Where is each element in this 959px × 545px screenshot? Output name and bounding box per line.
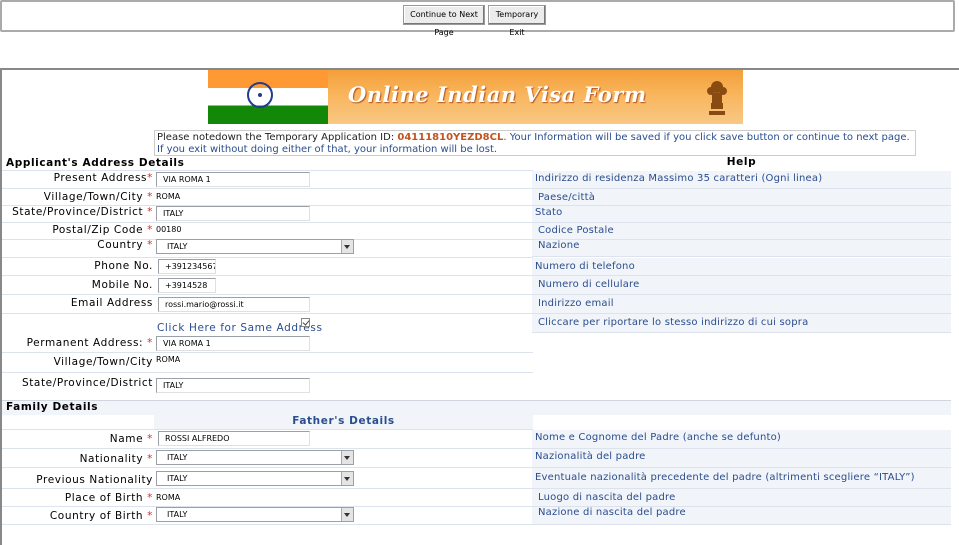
permanent-state-input[interactable]: ITALY	[156, 378, 310, 393]
state-help: Stato	[535, 207, 563, 218]
mobile-help: Numero di cellulare	[538, 279, 640, 290]
visa-form-banner: Online Indian Visa Form	[208, 70, 743, 124]
address-section-header: Applicant's Address Details	[6, 157, 185, 169]
mobile-input[interactable]: +3914528	[158, 278, 216, 293]
phone-input[interactable]: +3912345678	[158, 259, 216, 274]
zip-help: Codice Postale	[538, 225, 614, 236]
phone-help: Numero di telefono	[535, 261, 635, 272]
country-select[interactable]: ITALY	[156, 239, 354, 254]
permanent-address-label: Permanent Address: *	[26, 337, 153, 349]
same-address-help: Cliccare per riportare lo stesso indiriz…	[538, 317, 809, 328]
indian-flag-icon	[208, 70, 328, 124]
father-prev-nationality-label: Previous Nationality	[36, 474, 153, 486]
phone-label: Phone No.	[94, 260, 153, 272]
village-help: Paese/città	[538, 192, 596, 203]
father-birthcountry-select[interactable]: ITALY	[156, 507, 354, 522]
father-birthplace-label: Place of Birth *	[64, 492, 153, 504]
permanent-village-label: Village/Town/City	[53, 356, 153, 368]
email-label: Email Address	[70, 297, 153, 309]
family-section-header: Family Details	[6, 401, 99, 413]
continue-button[interactable]: Continue to Next Page	[403, 5, 485, 37]
national-emblem-icon	[707, 81, 727, 115]
temporary-id-notice: Please notedown the Temporary Applicatio…	[154, 130, 916, 156]
notice-text: Please notedown the Temporary Applicatio…	[157, 132, 398, 143]
email-help: Indirizzo email	[538, 298, 614, 309]
present-address-input[interactable]: VIA ROMA 1	[156, 172, 310, 187]
state-label: State/Province/District *	[12, 206, 153, 218]
village-input[interactable]: ROMA	[156, 192, 180, 201]
state-input[interactable]: ITALY	[156, 206, 310, 221]
father-name-help: Nome e Cognome del Padre (anche se defun…	[535, 432, 782, 443]
help-column-header: Help	[726, 156, 757, 168]
chevron-down-icon[interactable]	[341, 508, 353, 521]
same-address-checkbox[interactable]	[301, 318, 310, 327]
same-address-label: Click Here for Same Address	[157, 322, 323, 334]
father-nationality-help: Nazionalità del padre	[535, 451, 646, 462]
notice-text-tail: . Your Information will be saved if you …	[503, 132, 910, 143]
father-birthplace-input[interactable]: ROMA	[156, 493, 180, 502]
present-address-label: Present Address*	[53, 172, 153, 184]
zip-label: Postal/Zip Code *	[52, 224, 153, 236]
country-help: Nazione	[538, 240, 580, 251]
present-address-help: Indirizzo di residenza Massimo 35 caratt…	[535, 173, 823, 184]
village-label: Village/Town/City *	[43, 191, 153, 203]
temporary-exit-button[interactable]: Temporary Exit	[488, 5, 546, 37]
father-nationality-select[interactable]: ITALY	[156, 450, 354, 465]
father-prev-nationality-select[interactable]: ITALY	[156, 471, 354, 486]
permanent-state-label: State/Province/District	[21, 377, 153, 389]
chevron-down-icon[interactable]	[341, 451, 353, 464]
mobile-label: Mobile No.	[91, 279, 153, 291]
father-nationality-label: Nationality *	[79, 453, 153, 465]
father-prev-nationality-help: Eventuale nazionalità precedente del pad…	[535, 472, 915, 483]
banner-title: Online Indian Visa Form	[348, 82, 647, 107]
zip-input[interactable]: 00180	[156, 225, 181, 234]
father-birthplace-help: Luogo di nascita del padre	[538, 492, 676, 503]
father-section-header: Father's Details	[154, 415, 533, 429]
father-name-input[interactable]: ROSSI ALFREDO	[158, 431, 310, 446]
chevron-down-icon[interactable]	[341, 240, 353, 253]
family-section-bar	[2, 400, 951, 415]
father-birthcountry-label: Country of Birth *	[49, 510, 153, 522]
permanent-address-input[interactable]: VIA ROMA 1	[156, 336, 310, 351]
father-birthcountry-help: Nazione di nascita del padre	[538, 507, 686, 518]
chevron-down-icon[interactable]	[341, 472, 353, 485]
email-input[interactable]: rossi.mario@rossi.it	[158, 297, 310, 312]
father-name-label: Name *	[109, 433, 153, 445]
country-label: Country *	[97, 239, 153, 251]
permanent-village-input[interactable]: ROMA	[156, 355, 180, 364]
notice-warning: If you exit without doing either of that…	[157, 144, 498, 155]
application-id: 04111810YEZD8CL	[397, 132, 504, 143]
